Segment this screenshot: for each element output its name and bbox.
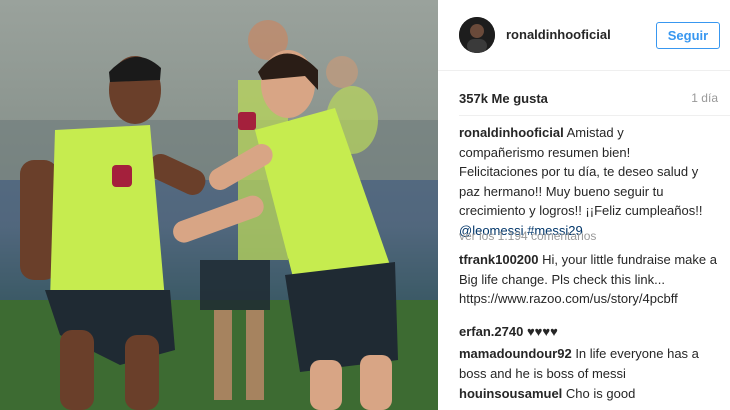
comment-user[interactable]: tfrank100200 (459, 252, 539, 267)
post-caption: ronaldinhooficial Amistad y compañerismo… (459, 123, 711, 240)
comment-user[interactable]: erfan.2740 (459, 324, 523, 339)
comment-user[interactable]: houinsousamuel (459, 386, 562, 401)
comment-item: mamadoundour92 In life everyone has a bo… (459, 344, 721, 383)
view-comments-link[interactable]: ver los 1.194 comentarios (459, 229, 596, 243)
comment-item: erfan.2740 ♥♥♥♥ (459, 322, 721, 342)
comment-user[interactable]: mamadoundour92 (459, 346, 572, 361)
caption-author[interactable]: ronaldinhooficial (459, 125, 564, 140)
post-header: ronaldinhooficial Seguir (438, 0, 730, 71)
avatar-icon (459, 17, 495, 53)
comment-item: houinsousamuel Cho is good (459, 384, 721, 404)
post-photo[interactable] (0, 0, 438, 410)
comment-text: Cho is good (565, 386, 636, 401)
author-avatar[interactable] (459, 17, 495, 53)
comment-item: tfrank100200 Hi, your little fundraise m… (459, 250, 721, 309)
post-age[interactable]: 1 día (691, 91, 718, 105)
likes-count[interactable]: 357k Me gusta (459, 91, 548, 106)
author-username[interactable]: ronaldinhooficial (506, 27, 611, 42)
post-image-illustration (0, 0, 438, 410)
comment-text: ♥♥♥♥ (526, 324, 558, 339)
post-sidebar: ronaldinhooficial Seguir 357k Me gusta 1… (438, 0, 730, 410)
follow-button[interactable]: Seguir (656, 22, 720, 49)
divider (459, 115, 730, 116)
